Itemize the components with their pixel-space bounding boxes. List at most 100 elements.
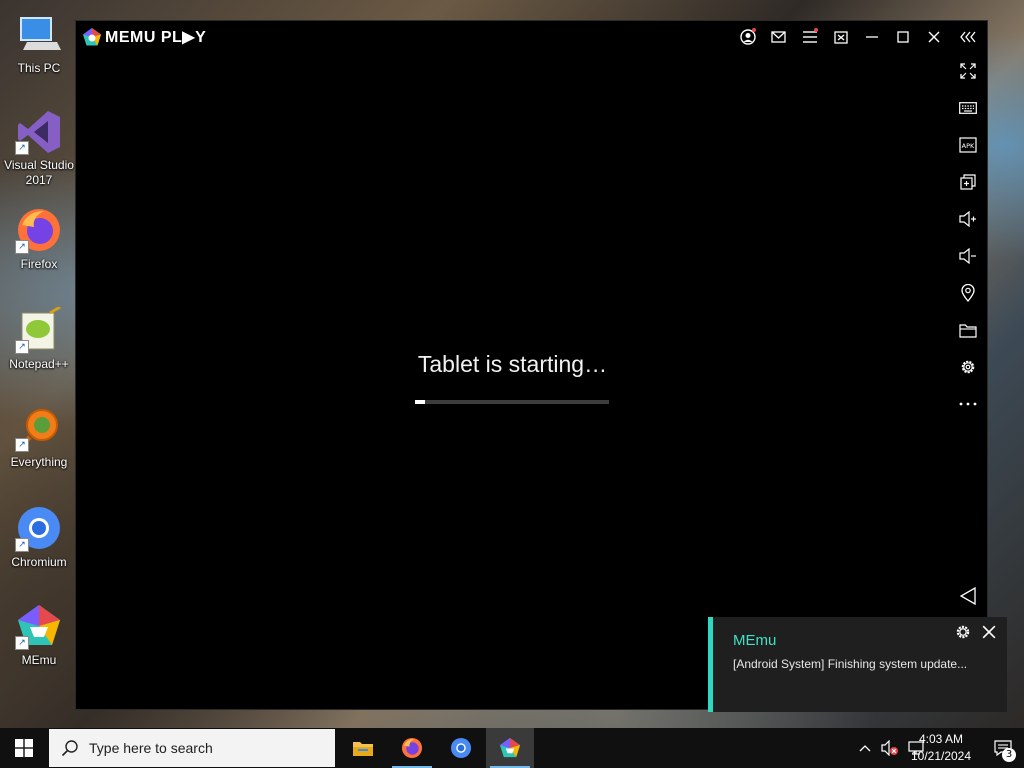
fullscreen-button[interactable] xyxy=(953,56,983,86)
mail-icon xyxy=(771,31,786,43)
minimize-icon xyxy=(865,36,878,38)
memu-icon xyxy=(499,737,521,758)
desktop-icon-label: Visual Studio 2017 xyxy=(4,158,74,187)
location-icon xyxy=(961,284,975,302)
start-button[interactable] xyxy=(0,728,48,768)
visual-studio-icon: ↗ xyxy=(15,108,63,155)
notification-app-name: MEmu xyxy=(733,632,777,649)
boot-progress-fill xyxy=(415,400,425,404)
shortcut-arrow-icon: ↗ xyxy=(15,636,29,650)
clock-time: 4:03 AM xyxy=(918,732,964,746)
computer-icon xyxy=(15,10,63,58)
search-icon xyxy=(61,740,78,757)
menu-icon xyxy=(802,31,817,43)
desktop-icon-chromium[interactable]: ↗ Chromium xyxy=(2,496,76,584)
install-apk-button[interactable]: APK xyxy=(953,130,983,160)
desktop-icon-everything[interactable]: ↗ Everything xyxy=(2,396,76,484)
taskbar-memu[interactable] xyxy=(486,728,534,768)
taskbar-file-explorer[interactable] xyxy=(339,728,387,768)
windows-logo-icon xyxy=(15,739,33,757)
desktop-icon-visual-studio[interactable]: ↗ Visual Studio 2017 xyxy=(2,100,76,188)
firefox-icon xyxy=(401,737,423,759)
volume-down-button[interactable] xyxy=(953,241,983,271)
volume-tray-button[interactable] xyxy=(878,728,902,768)
memu-logo-icon xyxy=(83,28,101,46)
system-tray: 4:03 AM 10/21/2024 3 xyxy=(824,728,1024,768)
notification-message: [Android System] Finishing system update… xyxy=(733,657,968,671)
chromium-icon: ↗ xyxy=(15,504,63,552)
volume-up-icon xyxy=(959,211,976,227)
notification-count-badge: 3 xyxy=(1002,748,1016,762)
notification-toast[interactable]: MEmu [Android System] Finishing system u… xyxy=(708,617,1007,712)
notification-close-button[interactable] xyxy=(982,624,1000,642)
more-options-button[interactable] xyxy=(953,389,983,419)
desktop-icon-label: MEmu xyxy=(21,653,57,667)
desktop-icon-firefox[interactable]: ↗ Firefox xyxy=(2,198,76,286)
windows-taskbar: 4:03 AM 10/21/2024 3 xyxy=(0,728,1024,768)
shortcut-arrow-icon: ↗ xyxy=(15,240,29,254)
show-hidden-icons-button[interactable] xyxy=(854,728,876,768)
menu-button[interactable] xyxy=(794,21,825,53)
search-input[interactable] xyxy=(87,739,321,757)
minimize-button[interactable] xyxy=(856,21,887,53)
svg-text:APK: APK xyxy=(962,142,975,150)
chromium-icon xyxy=(450,737,472,759)
volume-up-button[interactable] xyxy=(953,204,983,234)
desktop-icon-label: Firefox xyxy=(20,257,58,271)
notification-dot xyxy=(814,28,818,32)
action-center-button[interactable]: 3 xyxy=(982,728,1024,768)
notification-settings-button[interactable] xyxy=(955,624,973,642)
gear-icon xyxy=(956,625,970,639)
desktop-icon-label: Everything xyxy=(10,455,68,469)
android-screen[interactable]: Tablet is starting… xyxy=(76,53,949,708)
notepad-plus-plus-icon: ↗ xyxy=(15,306,63,354)
volume-muted-icon xyxy=(881,740,898,756)
screen-record-button[interactable] xyxy=(825,21,856,53)
desktop-icon-label: Chromium xyxy=(11,555,67,569)
chevron-up-icon xyxy=(859,745,871,752)
desktop-icon-label: Notepad++ xyxy=(9,357,69,371)
boot-status-text: Tablet is starting… xyxy=(417,351,608,377)
multi-instance-icon xyxy=(960,174,976,190)
shared-folder-button[interactable] xyxy=(953,315,983,345)
location-button[interactable] xyxy=(953,278,983,308)
title-bar[interactable]: MEMU PL▶Y xyxy=(76,21,987,53)
mail-button[interactable] xyxy=(763,21,794,53)
keyboard-icon xyxy=(959,102,977,114)
settings-button[interactable] xyxy=(953,352,983,382)
title-actions xyxy=(732,21,987,53)
taskbar-clock[interactable]: 4:03 AM 10/21/2024 xyxy=(906,731,976,765)
close-button[interactable] xyxy=(918,21,949,53)
shortcut-arrow-icon: ↗ xyxy=(15,438,29,452)
boot-progress-bar xyxy=(415,400,609,404)
desktop-icon-label: This PC xyxy=(17,61,61,75)
taskbar-chromium[interactable] xyxy=(437,728,485,768)
more-icon xyxy=(959,402,977,406)
desktop-icon-notepad-plus-plus[interactable]: ↗ Notepad++ xyxy=(2,298,76,386)
maximize-icon xyxy=(896,31,909,43)
maximize-button[interactable] xyxy=(887,21,918,53)
close-icon xyxy=(928,31,939,43)
back-icon xyxy=(960,587,976,605)
taskbar-firefox[interactable] xyxy=(388,728,436,768)
memu-logo-text: MEMU PL▶Y xyxy=(105,29,207,46)
account-button[interactable] xyxy=(732,21,763,53)
memu-logo: MEMU PL▶Y xyxy=(82,27,206,47)
everything-search-icon: ↗ xyxy=(15,404,63,452)
clock-date: 10/21/2024 xyxy=(910,749,972,763)
collapse-sidebar-button[interactable] xyxy=(949,21,987,53)
volume-down-icon xyxy=(959,248,976,264)
desktop-icon-memu[interactable]: ↗ MEmu xyxy=(2,594,76,682)
desktop-icon-this-pc[interactable]: This PC xyxy=(2,2,76,90)
multi-instance-button[interactable] xyxy=(953,167,983,197)
shortcut-arrow-icon: ↗ xyxy=(15,538,29,552)
firefox-icon: ↗ xyxy=(15,206,63,254)
screen-record-icon xyxy=(833,30,848,44)
emulator-sidebar: APK xyxy=(949,53,987,708)
taskbar-search-box[interactable] xyxy=(49,729,335,767)
android-back-button[interactable] xyxy=(953,581,983,611)
shortcut-arrow-icon: ↗ xyxy=(15,340,29,354)
settings-icon xyxy=(961,360,975,374)
shortcut-arrow-icon: ↗ xyxy=(15,141,29,155)
keyboard-mapping-button[interactable] xyxy=(953,93,983,123)
